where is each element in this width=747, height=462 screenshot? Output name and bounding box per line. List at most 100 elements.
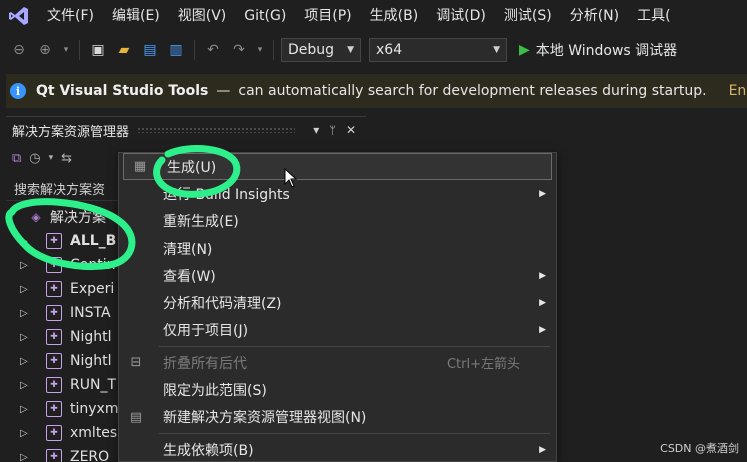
sync-icon[interactable]: ⇆	[61, 151, 72, 166]
submenu-arrow-icon: ▶	[539, 270, 546, 281]
menu-item-6[interactable]: 调试(D)	[427, 0, 495, 32]
pin-icon[interactable]: ᛘ	[329, 124, 336, 137]
context-menu-item-label: 折叠所有后代	[163, 355, 247, 372]
switch-view-icon[interactable]: ⧉	[12, 151, 21, 166]
project-icon: ✚	[46, 329, 62, 345]
new-view-icon: ▤	[129, 409, 143, 425]
panel-menu-icon[interactable]: ▾	[313, 123, 319, 137]
context-menu-item[interactable]: 生成依赖项(B) ▶	[119, 436, 556, 462]
project-label: INSTA	[70, 305, 111, 321]
context-menu-item[interactable]: ▦ 生成(U)	[123, 153, 552, 181]
panel-grip[interactable]	[137, 127, 296, 133]
submenu-arrow-icon: ▶	[539, 325, 546, 336]
project-icon: ✚	[46, 401, 62, 417]
expand-arrow-icon[interactable]: ▷	[20, 380, 34, 391]
menu-separator	[159, 432, 550, 434]
chevron-down-icon: ▼	[493, 45, 500, 55]
chevron-down-icon[interactable]: ▾	[49, 153, 54, 163]
submenu-arrow-icon: ▶	[539, 298, 546, 309]
context-menu-item[interactable]: 分析和代码清理(Z) ▶	[119, 289, 556, 316]
submenu-arrow-icon: ▶	[539, 188, 546, 199]
chevron-down-icon[interactable]: ▾	[254, 38, 266, 62]
menu-item-5[interactable]: 生成(B)	[361, 0, 428, 32]
navigate-forward-icon[interactable]: ⊕	[34, 38, 56, 62]
context-menu-item-label: 限定为此范围(S)	[163, 383, 267, 400]
start-debugging-button[interactable]: ▶ 本地 Windows 调试器	[519, 40, 677, 60]
context-menu-item[interactable]: 限定为此范围(S)	[119, 376, 556, 403]
expand-arrow-icon[interactable]: ▷	[20, 236, 34, 247]
context-menu-item-label: 重新生成(E)	[163, 214, 239, 231]
platform-select[interactable]: x64 ▼	[369, 38, 507, 62]
solution-icon: ◈	[31, 210, 41, 224]
expand-arrow-icon[interactable]: ▷	[20, 428, 34, 439]
redo-icon[interactable]: ↷	[228, 38, 250, 62]
expand-arrow-icon[interactable]: ▷	[20, 284, 34, 295]
solution-explorer-title-bar: 解决方案资源管理器 ▾ ᛘ ✕	[6, 117, 366, 143]
menu-item-4[interactable]: 项目(P)	[295, 0, 360, 32]
menu-bar: 文件(F) 编辑(E) 视图(V) Git(G) 项目(P) 生成(B) 调试(D) 测试(S…	[0, 0, 747, 32]
project-label: Experi	[70, 281, 115, 297]
project-label: xmltes	[70, 425, 118, 441]
expand-arrow-icon[interactable]: ▷	[20, 452, 34, 462]
context-menu-item[interactable]: 仅用于项目(J) ▶	[119, 317, 556, 344]
toolbar-separator	[79, 40, 80, 60]
project-label: Contin	[70, 257, 116, 273]
info-link[interactable]: En	[729, 83, 747, 99]
save-all-icon[interactable]: ▥	[165, 38, 187, 62]
context-menu-item[interactable]: 重新生成(E)	[119, 208, 556, 235]
menu-item-9[interactable]: 工具(	[628, 0, 679, 32]
project-icon: ✚	[46, 425, 62, 441]
expand-arrow-icon[interactable]: ▷	[20, 404, 34, 415]
submenu-arrow-icon: ▶	[539, 444, 546, 455]
chevron-down-icon: ▼	[347, 45, 354, 55]
project-label: ZERO	[70, 449, 110, 462]
configuration-value: Debug	[288, 42, 335, 58]
visual-studio-logo-icon[interactable]	[0, 0, 38, 32]
project-label: ALL_B	[70, 233, 117, 249]
context-menu-item-label: 仅用于项目(J)	[163, 323, 249, 340]
context-menu-item-label: 查看(W)	[163, 268, 216, 285]
menu-item-1[interactable]: 编辑(E)	[103, 0, 169, 32]
menu-item-7[interactable]: 测试(S)	[495, 0, 561, 32]
expand-arrow-icon[interactable]: ▷	[20, 332, 34, 343]
standard-toolbar: ⊖ ⊕ ▾ ▣ ▰ ▤ ▥ ↶ ↷ ▾ Debug ▼ x64 ▼ ▶ 本地 W…	[0, 32, 747, 68]
expand-arrow-icon[interactable]: ▷	[20, 356, 34, 367]
context-menu-item[interactable]: 清理(N)	[119, 235, 556, 262]
project-label: Nightl	[70, 329, 112, 345]
open-folder-icon[interactable]: ▰	[113, 38, 135, 62]
context-menu-item-label: 新建解决方案资源管理器视图(N)	[163, 410, 367, 427]
toolbar-separator	[194, 40, 195, 60]
info-dash: —	[216, 83, 231, 99]
info-message: can automatically search for development…	[238, 83, 707, 99]
project-label: Nightl	[70, 353, 112, 369]
expand-arrow-icon[interactable]: ▷	[20, 308, 34, 319]
project-icon: ✚	[46, 353, 62, 369]
context-menu-item[interactable]: 运行 Build Insights ▶	[119, 180, 556, 207]
navigate-back-icon[interactable]: ⊖	[8, 38, 30, 62]
context-menu-item: ⊟ 折叠所有后代 Ctrl+左箭头	[119, 349, 556, 376]
close-icon[interactable]: ✕	[346, 123, 356, 137]
menu-item-2[interactable]: 视图(V)	[169, 0, 236, 32]
context-menu-item[interactable]: ▤ 新建解决方案资源管理器视图(N)	[119, 404, 556, 431]
new-project-icon[interactable]: ▣	[87, 38, 109, 62]
save-icon[interactable]: ▤	[139, 38, 161, 62]
search-placeholder: 搜索解决方案资	[14, 183, 106, 198]
undo-icon[interactable]: ↶	[202, 38, 224, 62]
project-label: tinyxm	[70, 401, 119, 417]
context-menu: ▦ 生成(U) 运行 Build Insights ▶ 重新生成(E) 清理(N) 查看(W…	[118, 152, 557, 462]
menu-item-8[interactable]: 分析(N)	[561, 0, 628, 32]
menu-item-0[interactable]: 文件(F)	[38, 0, 103, 32]
history-icon[interactable]: ◷	[29, 151, 40, 166]
project-icon: ✚	[46, 257, 62, 273]
configuration-select[interactable]: Debug ▼	[281, 38, 361, 62]
expand-arrow-icon[interactable]: ▷	[20, 260, 34, 271]
context-menu-item-label: 生成依赖项(B)	[163, 442, 254, 459]
context-menu-item[interactable]: 查看(W) ▶	[119, 262, 556, 289]
project-icon: ✚	[46, 377, 62, 393]
solution-label: 解决方案	[50, 210, 106, 226]
menu-separator	[159, 346, 550, 348]
info-bar: i Qt Visual Studio Tools — can automatic…	[6, 74, 747, 108]
menu-item-3[interactable]: Git(G)	[235, 0, 295, 32]
context-menu-item-label: 运行 Build Insights	[163, 186, 290, 203]
chevron-down-icon[interactable]: ▾	[60, 38, 72, 62]
